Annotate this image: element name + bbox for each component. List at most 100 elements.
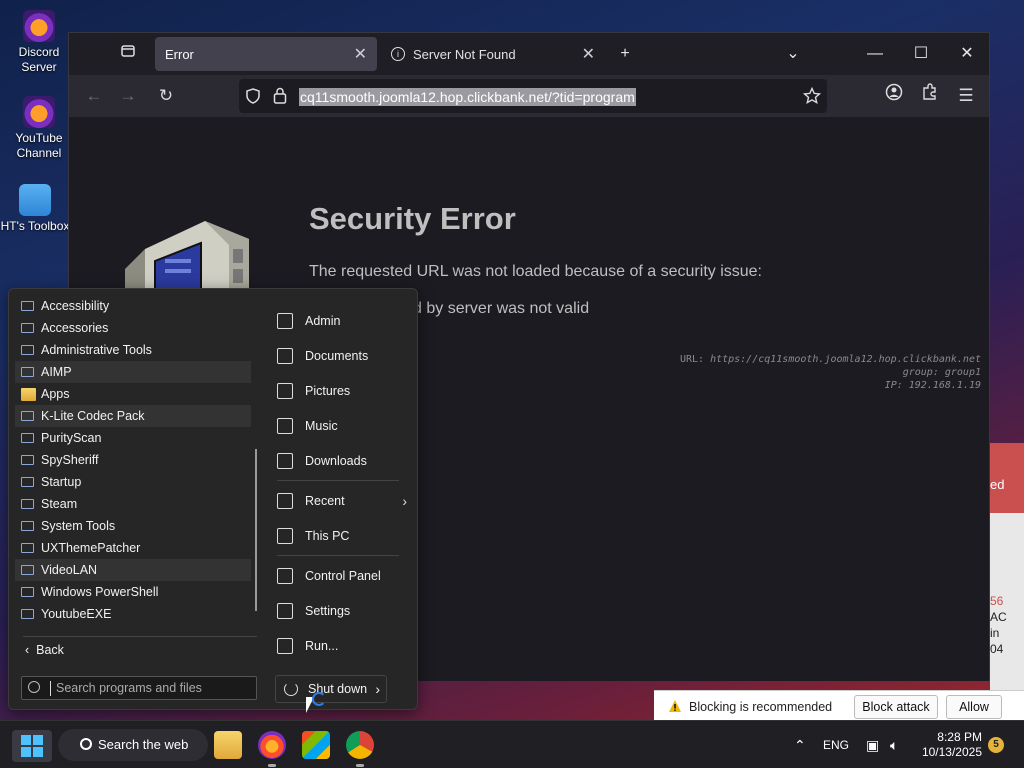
program-item[interactable]: UXThemePatcher — [15, 537, 251, 559]
network-icon[interactable]: ▣ — [866, 721, 879, 768]
program-label: PurityScan — [41, 431, 102, 445]
tab-server-not-found[interactable]: i Server Not Found ✕ — [381, 37, 605, 71]
language-indicator[interactable]: ENG — [823, 721, 849, 768]
folder-icon — [21, 411, 34, 421]
program-item[interactable]: Apps — [15, 383, 251, 405]
nav-bar: ← → ↻ cq11smooth.joomla12.hop.clickbank.… — [69, 75, 989, 117]
scrollbar[interactable] — [255, 449, 257, 611]
back-button[interactable]: ← — [81, 83, 107, 109]
account-button[interactable] — [881, 83, 907, 109]
program-label: Apps — [41, 387, 70, 401]
back-button[interactable]: ‹ Back — [25, 643, 64, 657]
extensions-button[interactable] — [917, 83, 943, 109]
program-item[interactable]: Administrative Tools — [15, 339, 251, 361]
back-label: Back — [36, 643, 64, 657]
alert-details: 56 AC in 04 — [990, 593, 1020, 657]
file-explorer-icon[interactable] — [214, 731, 242, 759]
download-icon — [277, 452, 293, 469]
program-item[interactable]: Accessories — [15, 317, 251, 339]
tab-error[interactable]: Error ✕ — [155, 37, 377, 71]
apps-folder-icon — [21, 387, 36, 401]
places-label: Recent — [305, 493, 345, 508]
reload-button[interactable]: ↻ — [153, 83, 179, 109]
new-tab-button[interactable]: + — [611, 41, 639, 67]
places-item[interactable]: Music — [265, 408, 411, 443]
program-item[interactable]: SpySheriff — [15, 449, 251, 471]
divider — [277, 480, 399, 481]
divider — [277, 555, 399, 556]
search-icon — [80, 738, 92, 750]
places-item[interactable]: Pictures — [265, 373, 411, 408]
places-item[interactable]: Run... — [265, 628, 411, 663]
warning-icon — [669, 700, 681, 712]
alert-message: Blocking is recommended — [689, 700, 833, 714]
program-label: Accessories — [41, 321, 109, 335]
chevron-right-icon[interactable]: › — [375, 681, 380, 697]
alert-action-bar: Blocking is recommended Block attack All… — [654, 690, 1024, 722]
program-item[interactable]: YoutubeEXE — [15, 603, 251, 625]
desktop-icon-label: HT's Toolbox — [0, 219, 70, 233]
program-item[interactable]: K-Lite Codec Pack — [15, 405, 251, 427]
places-item[interactable]: Downloads — [265, 443, 411, 478]
desktop-icon-youtube[interactable]: YouTube Channel — [4, 96, 74, 161]
notification-badge[interactable]: 5 — [988, 737, 1004, 753]
allow-button[interactable]: Allow — [946, 695, 1002, 719]
music-icon — [277, 417, 293, 434]
places-label: Settings — [305, 603, 351, 618]
folder-icon — [21, 609, 34, 619]
chevron-up-icon[interactable]: ⌃ — [794, 721, 806, 768]
search-input[interactable]: Search programs and files — [21, 676, 257, 700]
folder-icon — [21, 323, 34, 333]
places-item[interactable]: Control Panel — [265, 558, 411, 593]
folder-icon — [21, 301, 34, 311]
menu-button[interactable]: ☰ — [953, 83, 979, 109]
program-item[interactable]: AIMP — [15, 361, 251, 383]
places-item[interactable]: Documents — [265, 338, 411, 373]
minimize-button[interactable]: — — [861, 41, 889, 67]
block-attack-button[interactable]: Block attack — [854, 695, 938, 719]
program-item[interactable]: PurityScan — [15, 427, 251, 449]
places-label: Music — [305, 418, 338, 433]
shield-icon — [246, 88, 260, 104]
url-text[interactable]: cq11smooth.joomla12.hop.clickbank.net/?t… — [299, 88, 636, 106]
divider — [23, 636, 257, 637]
program-item[interactable]: Accessibility — [15, 295, 251, 317]
chrome-icon[interactable] — [346, 731, 374, 767]
maximize-button[interactable]: ☐ — [907, 41, 935, 67]
places-item[interactable]: Recent › — [265, 483, 411, 518]
folder-icon — [21, 345, 34, 355]
places-item[interactable]: This PC — [265, 518, 411, 553]
places-item[interactable]: Settings — [265, 593, 411, 628]
program-item[interactable]: Steam — [15, 493, 251, 515]
clock[interactable]: 8:28 PM 10/13/2025 — [918, 730, 982, 760]
url-bar[interactable]: cq11smooth.joomla12.hop.clickbank.net/?t… — [239, 79, 827, 113]
places-label: Admin — [305, 313, 341, 328]
tab-overview-button[interactable] — [115, 41, 141, 67]
run-icon — [277, 637, 293, 654]
start-button[interactable] — [12, 730, 52, 762]
error-description: The requested URL was not loaded because… — [309, 263, 762, 280]
close-icon[interactable]: ✕ — [354, 44, 367, 64]
window-close-button[interactable]: ✕ — [953, 41, 981, 67]
program-item[interactable]: System Tools — [15, 515, 251, 537]
alert-line: in — [990, 626, 1000, 640]
computer-icon — [277, 527, 293, 544]
taskbar-search[interactable]: Search the web — [58, 729, 208, 761]
desktop-icon-discord[interactable]: Discord Server — [4, 10, 74, 75]
places-item[interactable]: Admin — [265, 303, 411, 338]
microsoft-store-icon[interactable] — [302, 731, 330, 759]
meta-url-label: URL: — [679, 354, 705, 365]
program-item[interactable]: VideoLAN — [15, 559, 251, 581]
places-label: This PC — [305, 528, 350, 543]
close-icon[interactable]: ✕ — [582, 44, 595, 64]
volume-icon[interactable]: 🔈︎ — [890, 721, 898, 768]
program-item[interactable]: Windows PowerShell — [15, 581, 251, 603]
forward-button[interactable]: → — [115, 83, 141, 109]
shutdown-button[interactable]: Shut down › — [275, 675, 387, 703]
desktop-icon-toolbox[interactable]: HT's Toolbox — [0, 184, 70, 234]
firefox-icon[interactable] — [258, 731, 286, 767]
program-item[interactable]: Startup — [15, 471, 251, 493]
windows-logo-icon — [21, 735, 43, 757]
list-tabs-button[interactable]: ⌄ — [779, 41, 807, 67]
alert-header-partial: ed — [990, 477, 1005, 492]
